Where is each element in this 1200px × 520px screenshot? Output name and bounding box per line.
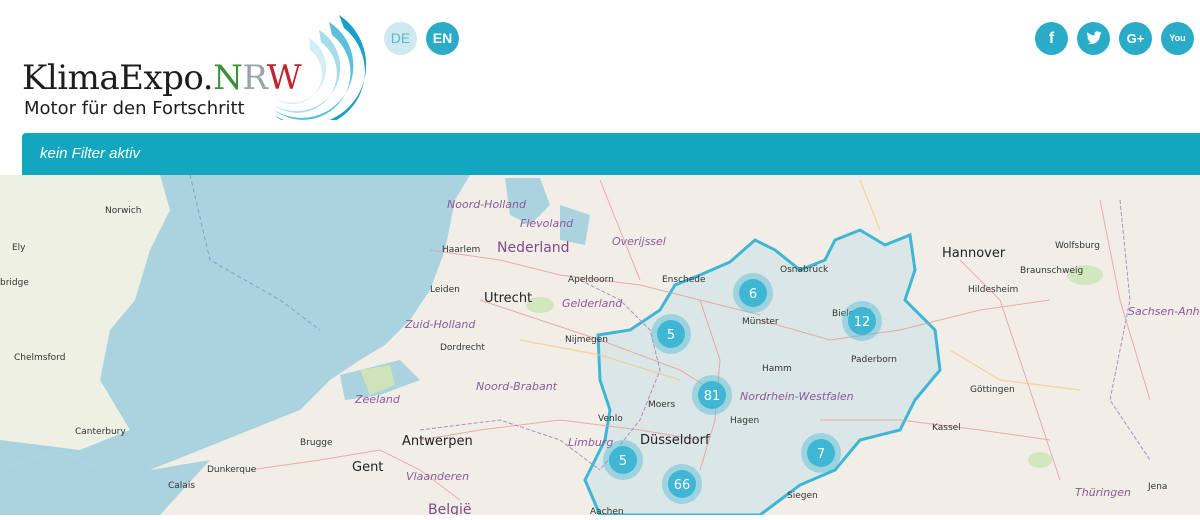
city-label: Brugge <box>300 438 333 448</box>
city-label: Osnabrück <box>780 265 829 275</box>
marker-cluster[interactable]: 81 <box>692 375 732 415</box>
city-label: Hamm <box>762 364 792 374</box>
cluster-count: 5 <box>619 454 627 469</box>
city-label: Jena <box>1147 482 1167 492</box>
cluster-count: 6 <box>749 287 757 302</box>
marker-cluster[interactable]: 7 <box>801 433 841 473</box>
city-label: Düsseldorf <box>640 433 710 448</box>
city-label: Canterbury <box>75 427 126 437</box>
city-label: Hildesheim <box>968 285 1018 295</box>
filter-bar[interactable]: kein Filter aktiv <box>22 133 1200 175</box>
twitter-icon[interactable] <box>1077 22 1110 55</box>
marker-cluster[interactable]: 66 <box>662 464 702 504</box>
city-label: Moers <box>648 400 676 410</box>
cluster-count: 66 <box>674 478 691 493</box>
province-label: Noord-Holland <box>447 198 527 211</box>
province-label: Limburg <box>568 436 613 449</box>
city-label: Kassel <box>932 423 961 433</box>
province-label: Zeeland <box>354 393 401 406</box>
province-label: Zuid-Holland <box>404 318 476 331</box>
country-label: België <box>428 502 472 515</box>
city-label: Antwerpen <box>402 434 473 449</box>
city-label: Hagen <box>730 416 759 426</box>
city-label: Gent <box>352 460 383 475</box>
marker-cluster[interactable]: 6 <box>733 273 773 313</box>
city-label: Apeldoorn <box>568 275 614 285</box>
city-label: Enschede <box>662 275 706 285</box>
city-label: Dordrecht <box>440 343 485 353</box>
marker-cluster[interactable]: 5 <box>603 440 643 480</box>
city-label: Haarlem <box>442 245 480 255</box>
language-en-button[interactable]: EN <box>426 22 459 55</box>
city-label: Wolfsburg <box>1055 241 1100 251</box>
city-label: Leiden <box>430 285 460 295</box>
site-header: KlimaExpo.NRW Motor für den Fortschritt … <box>0 0 1200 175</box>
province-label: Thüringen <box>1075 486 1131 499</box>
province-label: Overijssel <box>612 235 666 248</box>
cluster-count: 12 <box>854 315 871 330</box>
cluster-count: 81 <box>704 389 721 404</box>
map-view[interactable]: Norwich Ely bridge Chelmsford Canterbury… <box>0 174 1200 518</box>
klimaexpo-logo[interactable]: KlimaExpo.NRW Motor für den Fortschritt <box>22 10 367 125</box>
city-label: Chelmsford <box>14 353 65 363</box>
city-label: Paderborn <box>851 355 897 365</box>
city-label: Aachen <box>590 507 624 515</box>
facebook-icon[interactable]: f <box>1035 22 1068 55</box>
city-label: Dunkerque <box>207 465 257 475</box>
city-label: Utrecht <box>484 291 532 306</box>
province-label: Noord-Brabant <box>476 380 558 393</box>
map-canvas[interactable]: Norwich Ely bridge Chelmsford Canterbury… <box>0 174 1200 518</box>
twitter-bird-icon <box>1086 31 1102 45</box>
marker-cluster[interactable]: 12 <box>842 301 882 341</box>
city-label: bridge <box>0 278 29 288</box>
city-label: Münster <box>742 317 779 327</box>
province-label: Flevoland <box>520 217 574 230</box>
language-de-button[interactable]: DE <box>384 22 417 55</box>
province-label: Sachsen-Anhalt <box>1128 305 1200 318</box>
city-label: Braunschweig <box>1020 266 1083 276</box>
city-label: Hannover <box>942 246 1006 261</box>
city-label: Göttingen <box>970 385 1015 395</box>
logo-title: KlimaExpo.NRW <box>22 58 302 98</box>
city-label: Norwich <box>105 206 141 216</box>
city-label: Nijmegen <box>565 335 608 345</box>
youtube-icon[interactable]: You <box>1161 22 1194 55</box>
state-label: Nordrhein-Westfalen <box>740 390 854 403</box>
city-label: Ely <box>12 243 26 253</box>
city-label: Venlo <box>598 414 623 424</box>
province-label: Vlaanderen <box>406 470 469 483</box>
city-label: Siegen <box>787 491 818 501</box>
cluster-count: 7 <box>817 447 825 462</box>
city-label: Calais <box>168 481 195 491</box>
google-plus-icon[interactable]: G+ <box>1119 22 1152 55</box>
cluster-count: 5 <box>667 328 675 343</box>
marker-cluster[interactable]: 5 <box>651 314 691 354</box>
province-label: Gelderland <box>562 297 623 310</box>
country-label: Nederland <box>497 240 570 256</box>
filter-status-text: kein Filter aktiv <box>40 145 141 162</box>
logo-subtitle: Motor für den Fortschritt <box>24 98 245 119</box>
